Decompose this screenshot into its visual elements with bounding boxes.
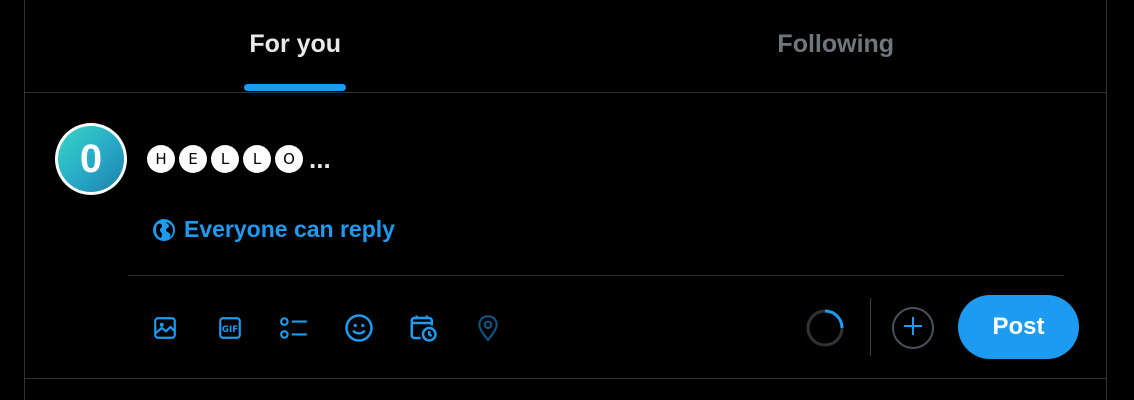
schedule-icon (408, 313, 438, 343)
location-button[interactable] (468, 308, 508, 348)
reply-setting-button[interactable]: Everyone can reply (152, 216, 395, 243)
circled-letter: L (211, 145, 239, 173)
image-button[interactable] (145, 308, 185, 348)
avatar-letter: 0 (79, 137, 103, 181)
avatar-image: 0 (58, 126, 124, 192)
emoji-button[interactable] (339, 308, 379, 348)
post-button[interactable]: Post (958, 295, 1079, 359)
timeline-tabs: For you Following (25, 0, 1106, 93)
tab-following-label: Following (777, 30, 895, 58)
globe-icon (152, 218, 176, 242)
emoji-icon (344, 313, 374, 343)
reply-setting-label: Everyone can reply (184, 216, 395, 242)
add-post-button[interactable] (892, 307, 934, 349)
circled-letter: L (243, 145, 271, 173)
home-timeline-column: For you Following 0 H E L L O ... Everyo… (24, 0, 1107, 400)
avatar[interactable]: 0 (55, 123, 127, 195)
toolbar-separator (870, 298, 871, 356)
location-icon (475, 314, 501, 342)
circled-letter: O (275, 145, 303, 173)
composer-divider (128, 275, 1064, 276)
gif-icon: GIF (217, 315, 243, 341)
active-tab-indicator (244, 84, 347, 91)
composer-bottom-border (25, 378, 1106, 379)
schedule-button[interactable] (403, 308, 443, 348)
tab-for-you-label: For you (249, 30, 342, 58)
circled-letter: H (147, 145, 175, 173)
poll-icon (279, 315, 309, 341)
tab-following[interactable]: Following (566, 0, 1107, 92)
poll-button[interactable] (274, 308, 314, 348)
svg-text:GIF: GIF (221, 325, 237, 335)
tab-for-you[interactable]: For you (25, 0, 566, 92)
plus-icon (903, 316, 923, 341)
gif-button[interactable]: GIF (210, 308, 250, 348)
circled-letter: E (179, 145, 207, 173)
compose-text-input[interactable]: H E L L O ... (147, 143, 331, 175)
text-ellipsis: ... (309, 144, 331, 174)
character-count-ring (805, 308, 845, 348)
image-icon (152, 315, 178, 341)
composer-toolbar: GIF (145, 308, 532, 348)
